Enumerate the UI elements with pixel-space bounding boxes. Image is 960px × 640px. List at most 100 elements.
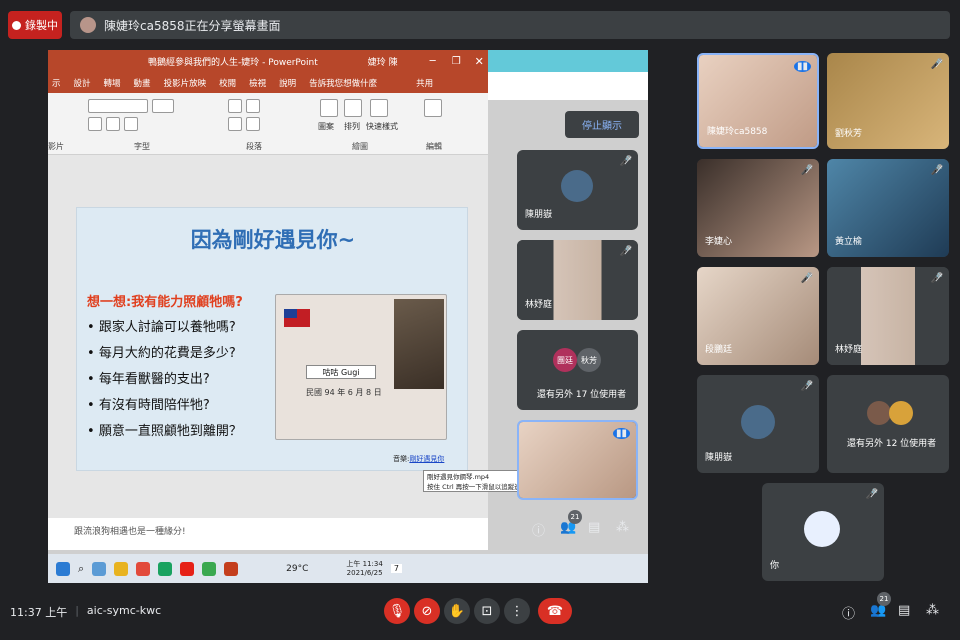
- close-icon[interactable]: ✕: [475, 55, 484, 68]
- user-name: 婕玲 陳: [367, 58, 398, 68]
- presenting-text: 陳婕玲ca5858正在分享螢幕畫面: [104, 18, 281, 33]
- youtube-icon[interactable]: [180, 561, 195, 576]
- tab-help[interactable]: 說明: [279, 77, 296, 89]
- avatar-chip: [867, 401, 891, 425]
- participant-name: 林妤庭: [835, 345, 863, 355]
- slide[interactable]: 因為剛好遇見你~ 想一想:我有能力照顧牠嗎? 跟家人討論可以養牠嗎? 每月大約的…: [76, 207, 468, 471]
- powerpoint-icon[interactable]: [224, 561, 239, 576]
- align-left-icon[interactable]: [228, 117, 242, 131]
- window-title: 鴨鵝經參與我們的人生-婕玲 - PowerPoint: [148, 58, 318, 68]
- raise-hand-button[interactable]: ✋: [444, 598, 470, 624]
- bullet-item: 每年看獸醫的支出?: [87, 367, 242, 393]
- arrange-icon[interactable]: [344, 99, 362, 117]
- more-participants-tile[interactable]: 團廷 秋芳 還有另外 17 位使用者: [517, 330, 638, 410]
- present-button[interactable]: ⊡: [474, 598, 500, 624]
- people-count-badge: 21: [568, 510, 582, 524]
- more-options-button[interactable]: ⋮: [504, 598, 530, 624]
- group-label-video: 影片: [48, 142, 64, 151]
- windows-start-icon[interactable]: [56, 561, 70, 576]
- line-icon[interactable]: [202, 561, 217, 576]
- info-icon[interactable]: ⓘ: [842, 603, 855, 622]
- participant-tile[interactable]: ▮▮: [517, 420, 638, 500]
- self-tile[interactable]: 🎤̸ 你: [762, 483, 884, 581]
- more-participants-label: 還有另外 17 位使用者: [537, 390, 627, 400]
- tooltip-file: 剛好遇見你鋼琴.mp4: [427, 473, 490, 481]
- edge-icon[interactable]: [92, 561, 107, 576]
- music-link[interactable]: 剛好遇見你: [409, 455, 444, 463]
- font-size-box[interactable]: [152, 99, 174, 113]
- powerpoint-titlebar: 鴨鵝經參與我們的人生-婕玲 - PowerPoint 婕玲 陳 ─ ❐ ✕: [48, 50, 488, 73]
- shapes-icon[interactable]: [320, 99, 338, 117]
- participant-tile[interactable]: 🎤̸ 陳朋嶽: [517, 150, 638, 230]
- participant-tile[interactable]: ▮▮ 陳婕玲ca5858: [697, 53, 819, 149]
- numbering-icon[interactable]: [246, 99, 260, 113]
- browser-tabbar: [488, 50, 648, 72]
- slide-workspace: 因為剛好遇見你~ 想一想:我有能力照顧牠嗎? 跟家人討論可以養牠嗎? 每月大約的…: [48, 155, 488, 520]
- mic-toggle-button[interactable]: 🎙: [384, 598, 410, 624]
- participant-tile[interactable]: 🎤̸ 李婕心: [697, 159, 819, 257]
- bullet-item: 有沒有時間陪伴牠?: [87, 393, 242, 419]
- chat-icon[interactable]: ▤: [898, 603, 910, 618]
- tab-design[interactable]: 設計: [74, 77, 91, 89]
- mic-off-icon: 🎤̸: [800, 273, 813, 284]
- mic-off-icon: 🎤̸: [619, 156, 632, 167]
- tab-home[interactable]: 示: [52, 77, 61, 89]
- folder-icon[interactable]: [114, 561, 129, 576]
- info-icon[interactable]: ⓘ: [532, 520, 545, 539]
- participant-tile[interactable]: 🎤̸ 劉秋芳: [827, 53, 949, 149]
- participant-tile[interactable]: 🎤̸ 陳朋嶽: [697, 375, 819, 473]
- stop-presenting-button[interactable]: 停止顯示: [565, 111, 639, 138]
- recording-badge[interactable]: 錄製中: [8, 11, 62, 39]
- chrome-icon[interactable]: [136, 561, 151, 576]
- activities-icon[interactable]: ⁂: [926, 603, 939, 618]
- tell-me-search[interactable]: 告訴我您想做什麼: [309, 77, 377, 89]
- tab-view[interactable]: 檢視: [249, 77, 266, 89]
- participant-tile[interactable]: 🎤̸ 林妤庭: [827, 267, 949, 365]
- notification-count[interactable]: 7: [390, 564, 402, 573]
- presenting-banner: 陳婕玲ca5858正在分享螢幕畫面: [70, 11, 950, 39]
- participant-name: 李婕心: [705, 237, 733, 247]
- speaking-icon: ▮▮: [612, 428, 630, 439]
- participant-tile[interactable]: 🎤̸ 林妤庭: [517, 240, 638, 320]
- camera-toggle-button[interactable]: ⊘: [414, 598, 440, 624]
- bullet-item: 跟家人討論可以養牠嗎?: [87, 315, 242, 341]
- participant-name: 劉秋芳: [835, 129, 863, 139]
- find-icon[interactable]: [424, 99, 442, 117]
- slide-question: 想一想:我有能力照顧牠嗎?: [87, 295, 243, 310]
- tab-animations[interactable]: 動畫: [134, 77, 151, 89]
- leave-call-button[interactable]: ☎: [538, 598, 572, 624]
- participant-tile[interactable]: 🎤̸ 段鵬廷: [697, 267, 819, 365]
- align-center-icon[interactable]: [246, 117, 260, 131]
- tab-review[interactable]: 校閱: [219, 77, 236, 89]
- bullet-item: 每月大約的花費是多少?: [87, 341, 242, 367]
- more-participants-tile[interactable]: 還有另外 12 位使用者: [827, 375, 949, 473]
- activities-icon[interactable]: ⁂: [616, 520, 629, 535]
- italic-icon[interactable]: [106, 117, 120, 131]
- font-box[interactable]: [88, 99, 148, 113]
- share-button[interactable]: 共用: [416, 77, 433, 89]
- people-count-badge: 21: [877, 592, 891, 606]
- group-label-paragraph: 段落: [246, 142, 262, 151]
- avatar-chip: [889, 401, 913, 425]
- tab-slideshow[interactable]: 投影片放映: [164, 77, 207, 89]
- tab-transitions[interactable]: 轉場: [104, 77, 121, 89]
- group-label-drawing: 繪圖: [352, 142, 368, 151]
- search-icon[interactable]: ⌕: [78, 562, 84, 576]
- quick-styles-icon[interactable]: [370, 99, 388, 117]
- chat-icon[interactable]: ▤: [588, 520, 600, 535]
- speaker-notes[interactable]: 跟流浪狗相遇也是一種緣分!: [48, 518, 488, 550]
- bullets-icon[interactable]: [228, 99, 242, 113]
- avatar-chip: 秋芳: [577, 348, 601, 372]
- maps-icon[interactable]: [158, 561, 173, 576]
- maximize-icon[interactable]: ❐: [452, 56, 461, 67]
- slide-title: 因為剛好遇見你~: [190, 228, 356, 252]
- meeting-code: aic-symc-kwc: [86, 604, 162, 617]
- record-label: 錄製中: [25, 19, 58, 32]
- record-dot-icon: [12, 20, 21, 30]
- underline-icon[interactable]: [124, 117, 138, 131]
- participant-avatar: [561, 170, 593, 202]
- participant-tile[interactable]: 🎤̸ 黃立榆: [827, 159, 949, 257]
- quick-styles-label: 快速樣式: [366, 122, 398, 131]
- minimize-icon[interactable]: ─: [430, 56, 436, 67]
- bold-icon[interactable]: [88, 117, 102, 131]
